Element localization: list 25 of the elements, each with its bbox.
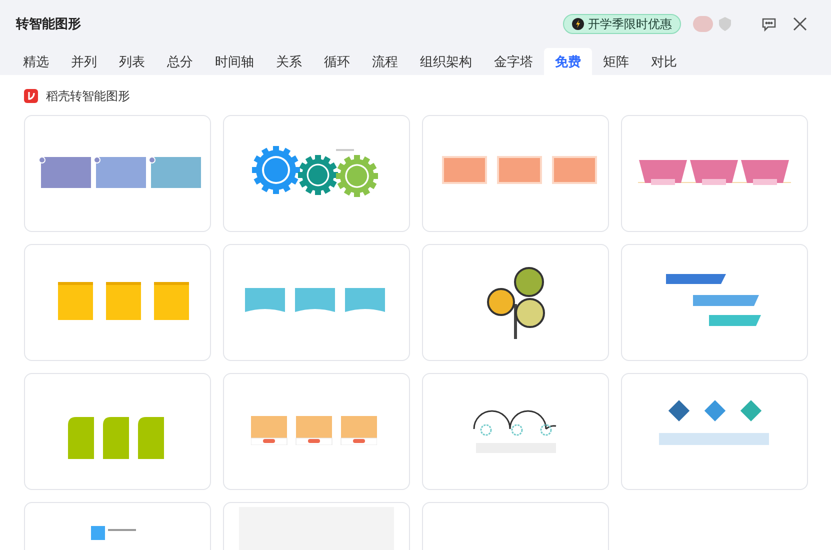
lightning-icon	[572, 18, 584, 30]
category-tab[interactable]: 精选	[12, 48, 60, 75]
category-tab[interactable]: 矩阵	[592, 48, 640, 75]
category-tab[interactable]: 列表	[108, 48, 156, 75]
close-icon[interactable]	[793, 17, 807, 31]
category-tab[interactable]: 组织架构	[409, 48, 483, 75]
chat-icon[interactable]	[761, 16, 777, 32]
category-tab[interactable]: 免费	[544, 48, 592, 75]
category-tab[interactable]: 关系	[265, 48, 313, 75]
logo-icon	[24, 89, 38, 103]
category-tab[interactable]: 流程	[361, 48, 409, 75]
window-title: 转智能图形	[16, 15, 81, 34]
template-card[interactable]	[621, 244, 808, 361]
promo-button[interactable]: 开学季限时优惠	[563, 14, 681, 34]
numbered-list-drawing	[91, 526, 136, 540]
section-title: 稻壳转智能图形	[46, 88, 130, 105]
category-tab[interactable]: 对比	[640, 48, 688, 75]
category-tab[interactable]: 金字塔	[483, 48, 544, 75]
shield-icon[interactable]	[717, 16, 733, 32]
category-tab[interactable]: 时间轴	[204, 48, 265, 75]
avatar[interactable]	[693, 16, 713, 32]
category-tab[interactable]: 并列	[60, 48, 108, 75]
category-tab[interactable]: 总分	[156, 48, 204, 75]
category-tab[interactable]: 循环	[313, 48, 361, 75]
template-card[interactable]	[422, 244, 609, 361]
